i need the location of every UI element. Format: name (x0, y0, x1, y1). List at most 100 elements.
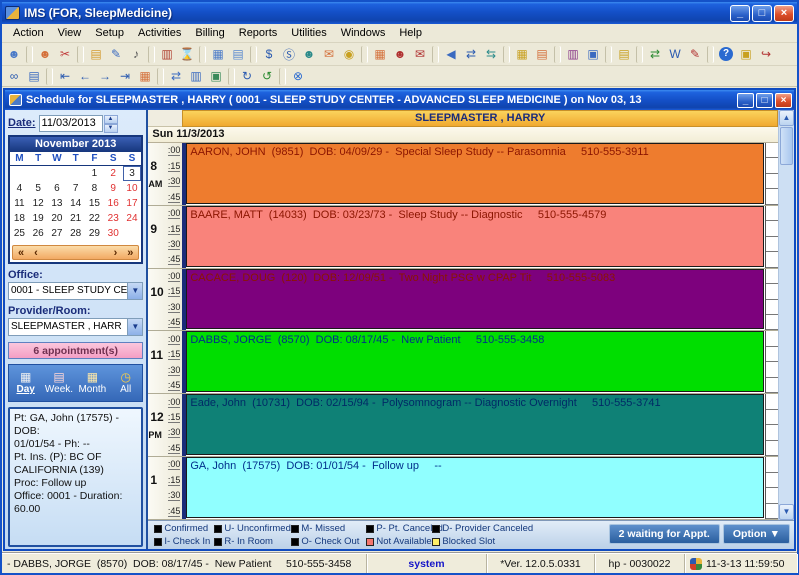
calendar-day[interactable]: 20 (48, 211, 67, 226)
referral-icon[interactable]: ◀ (441, 45, 461, 64)
provider-select[interactable]: SLEEPMASTER , HARR ▼ (8, 318, 143, 336)
close-button[interactable]: × (774, 5, 794, 22)
restore-button[interactable]: □ (752, 5, 772, 22)
calendar-day[interactable]: 11 (10, 196, 29, 211)
fee-schedule-icon[interactable]: ▣ (583, 45, 603, 64)
last-record-icon[interactable]: ⇥ (115, 67, 135, 86)
calendar-day[interactable]: 2 (104, 166, 123, 181)
separator[interactable] (707, 46, 714, 63)
superbill-icon[interactable]: ▤ (614, 45, 634, 64)
calendar-day[interactable]: 24 (123, 211, 142, 226)
calendar-day[interactable]: 14 (66, 196, 85, 211)
reload-doc-icon[interactable]: ↺ (257, 67, 277, 86)
menu-item[interactable]: View (51, 25, 89, 41)
appointment-block[interactable]: DABBS, JORGE (8570) DOB: 08/17/45 - New … (186, 331, 764, 392)
chevron-down-icon[interactable]: ▼ (127, 319, 142, 335)
view-button[interactable]: ▦ Month (76, 365, 109, 401)
menu-item[interactable]: Activities (131, 25, 188, 41)
calendar-day[interactable]: 10 (123, 181, 142, 196)
patient-icon[interactable]: ☻ (4, 45, 24, 64)
schedule-grid-icon[interactable]: ▦ (370, 45, 390, 64)
payments-icon[interactable]: Ⓢ (279, 45, 299, 64)
calendar-day[interactable]: 15 (85, 196, 104, 211)
open-chart-icon[interactable]: ▤ (86, 45, 106, 64)
separator[interactable] (26, 46, 33, 63)
export-icon[interactable]: ⇄ (645, 45, 665, 64)
appointment-block[interactable]: Eade, John (10731) DOB: 02/15/94 - Polys… (186, 394, 764, 455)
recall-icon[interactable]: ▦ (512, 45, 532, 64)
appointments-count-button[interactable]: 6 appointment(s) (8, 342, 143, 359)
view-button[interactable]: ▦ Day (9, 365, 42, 401)
lab-icon[interactable]: ⌛ (177, 45, 197, 64)
calendar-day[interactable]: 26 (29, 226, 48, 241)
separator[interactable] (250, 46, 257, 63)
help-icon[interactable]: ? (716, 45, 736, 64)
separator[interactable] (361, 46, 368, 63)
calendar-day[interactable]: 12 (29, 196, 48, 211)
spinner-up-icon[interactable]: ▲ (104, 115, 118, 124)
calendar-day[interactable]: 18 (10, 211, 29, 226)
date-spinner[interactable]: ▲ ▼ (104, 115, 118, 132)
write-letter-icon[interactable]: ✎ (685, 45, 705, 64)
lock-icon[interactable]: ▣ (736, 45, 756, 64)
first-record-icon[interactable]: ⇤ (55, 67, 75, 86)
vertical-scrollbar[interactable]: ▲ ▼ (778, 110, 794, 520)
patient-add-icon[interactable]: ☻ (35, 45, 55, 64)
calendar-day[interactable] (66, 166, 85, 181)
separator[interactable] (77, 46, 84, 63)
separator[interactable] (46, 68, 53, 85)
calendar-day[interactable]: 3 (123, 166, 142, 181)
documents-icon[interactable]: ▤ (228, 45, 248, 64)
patient-account-icon[interactable]: ☻ (299, 45, 319, 64)
menu-item[interactable]: Billing (188, 25, 231, 41)
prev-year-button[interactable]: « (18, 247, 24, 259)
patient-report-icon[interactable]: ☻ (390, 45, 410, 64)
view-button[interactable]: ▤ Week. (42, 365, 75, 401)
clipboard-icon[interactable]: ▥ (157, 45, 177, 64)
calendar-day[interactable]: 25 (10, 226, 29, 241)
menu-item[interactable]: Utilities (284, 25, 333, 41)
calendar-day[interactable]: 1 (85, 166, 104, 181)
search-icon[interactable]: ∞ (4, 67, 24, 86)
statement-icon[interactable]: ✉ (319, 45, 339, 64)
refresh-icon[interactable]: ↻ (237, 67, 257, 86)
chevron-down-icon[interactable]: ▼ (127, 283, 142, 299)
sync-patients-icon[interactable]: ⇄ (166, 67, 186, 86)
calendar-day[interactable]: 4 (10, 181, 29, 196)
prev-month-button[interactable]: ‹ (34, 247, 38, 259)
separator[interactable] (199, 46, 206, 63)
calendar-day[interactable] (48, 166, 67, 181)
calendar-day[interactable] (29, 166, 48, 181)
menu-item[interactable]: Windows (334, 25, 393, 41)
menu-item[interactable]: Setup (88, 25, 131, 41)
menu-item[interactable]: Help (392, 25, 429, 41)
calendar-day[interactable]: 23 (104, 211, 123, 226)
next-month-button[interactable]: › (114, 247, 118, 259)
calendar-day[interactable]: 28 (66, 226, 85, 241)
calendar-day[interactable] (10, 166, 29, 181)
appointment-block[interactable]: BAARE, MATT (14033) DOB: 03/23/73 - Slee… (186, 206, 764, 267)
view-button[interactable]: ◷ All (109, 365, 142, 401)
separator[interactable] (279, 68, 286, 85)
calendar-day[interactable]: 13 (48, 196, 67, 211)
option-button[interactable]: Option ▼ (723, 524, 790, 544)
letters-icon[interactable]: ✉ (410, 45, 430, 64)
calendar-day[interactable]: 7 (66, 181, 85, 196)
minimize-button[interactable]: _ (730, 5, 750, 22)
calendar-day[interactable]: 17 (123, 196, 142, 211)
calendar-day[interactable]: 5 (29, 181, 48, 196)
schedule-close-button[interactable]: × (775, 93, 792, 108)
menu-item[interactable]: Action (6, 25, 51, 41)
separator[interactable] (148, 46, 155, 63)
separator[interactable] (503, 46, 510, 63)
separator[interactable] (157, 68, 164, 85)
menu-item[interactable]: Reports (232, 25, 285, 41)
office-select[interactable]: 0001 - SLEEP STUDY CE ▼ (8, 282, 143, 300)
billing-icon[interactable]: ◉ (339, 45, 359, 64)
previous-record-icon[interactable]: ← (75, 67, 95, 86)
progress-note-icon[interactable]: ✎ (106, 45, 126, 64)
print-icon[interactable]: ▤ (24, 67, 44, 86)
separator[interactable] (636, 46, 643, 63)
calendar-day[interactable]: 9 (104, 181, 123, 196)
calendar-day[interactable]: 22 (85, 211, 104, 226)
